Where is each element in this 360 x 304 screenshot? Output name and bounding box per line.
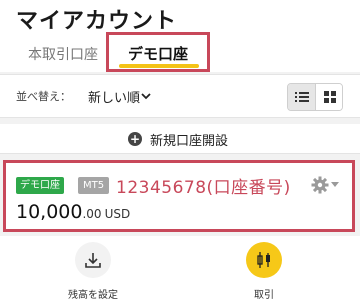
set-balance-circle: [75, 242, 111, 278]
chevron-down-icon: [331, 182, 339, 187]
set-balance-label: 残高を設定: [68, 290, 118, 301]
trade-button[interactable]: 取引: [224, 242, 304, 301]
sort-label: 並べ替え：: [16, 90, 71, 103]
account-balance: 10,000.00 USD: [16, 201, 130, 223]
grid-view-icon: [324, 91, 336, 103]
chevron-down-icon[interactable]: [140, 91, 152, 101]
balance-integer: 10,000: [16, 201, 83, 223]
new-account-button[interactable]: + 新規口座開設: [0, 124, 360, 154]
download-icon: [85, 253, 101, 268]
balance-decimal: .00: [82, 207, 102, 221]
trade-circle: [246, 242, 282, 278]
candlestick-icon: [257, 252, 270, 268]
account-card[interactable]: デモ口座 MT5 12345678(口座番号) 10,000.00 USD: [3, 160, 355, 232]
set-balance-button[interactable]: 残高を設定: [53, 242, 133, 301]
list-view-button[interactable]: [288, 84, 316, 110]
page-title: マイアカウント: [16, 9, 178, 34]
balance-currency: USD: [104, 207, 131, 221]
header: マイアカウント 本取引口座 デモ口座: [0, 0, 360, 72]
new-account-content: + 新規口座開設: [128, 128, 228, 150]
trade-label: 取引: [254, 290, 274, 301]
tab-real-account[interactable]: 本取引口座: [28, 44, 98, 64]
platform-badge: MT5: [78, 177, 110, 194]
tab-demo-label: デモ口座: [127, 45, 188, 63]
new-account-label: 新規口座開設: [150, 133, 229, 149]
plus-circle-icon: +: [128, 132, 142, 146]
grid-view-button[interactable]: [316, 84, 342, 110]
sort-bar: 並べ替え： 新しい順: [0, 74, 360, 118]
account-type-badge: デモ口座: [16, 177, 64, 194]
list-view-icon: [294, 92, 309, 102]
tab-demo-account[interactable]: デモ口座: [106, 32, 210, 72]
gear-icon: [311, 176, 329, 194]
account-actions: 残高を設定 取引: [0, 236, 360, 304]
account-number: 12345678(口座番号): [116, 178, 291, 198]
active-tab-indicator: [119, 64, 199, 68]
view-toggle: [287, 83, 343, 111]
account-settings-button[interactable]: [311, 176, 341, 194]
sort-dropdown[interactable]: 新しい順: [88, 87, 140, 106]
